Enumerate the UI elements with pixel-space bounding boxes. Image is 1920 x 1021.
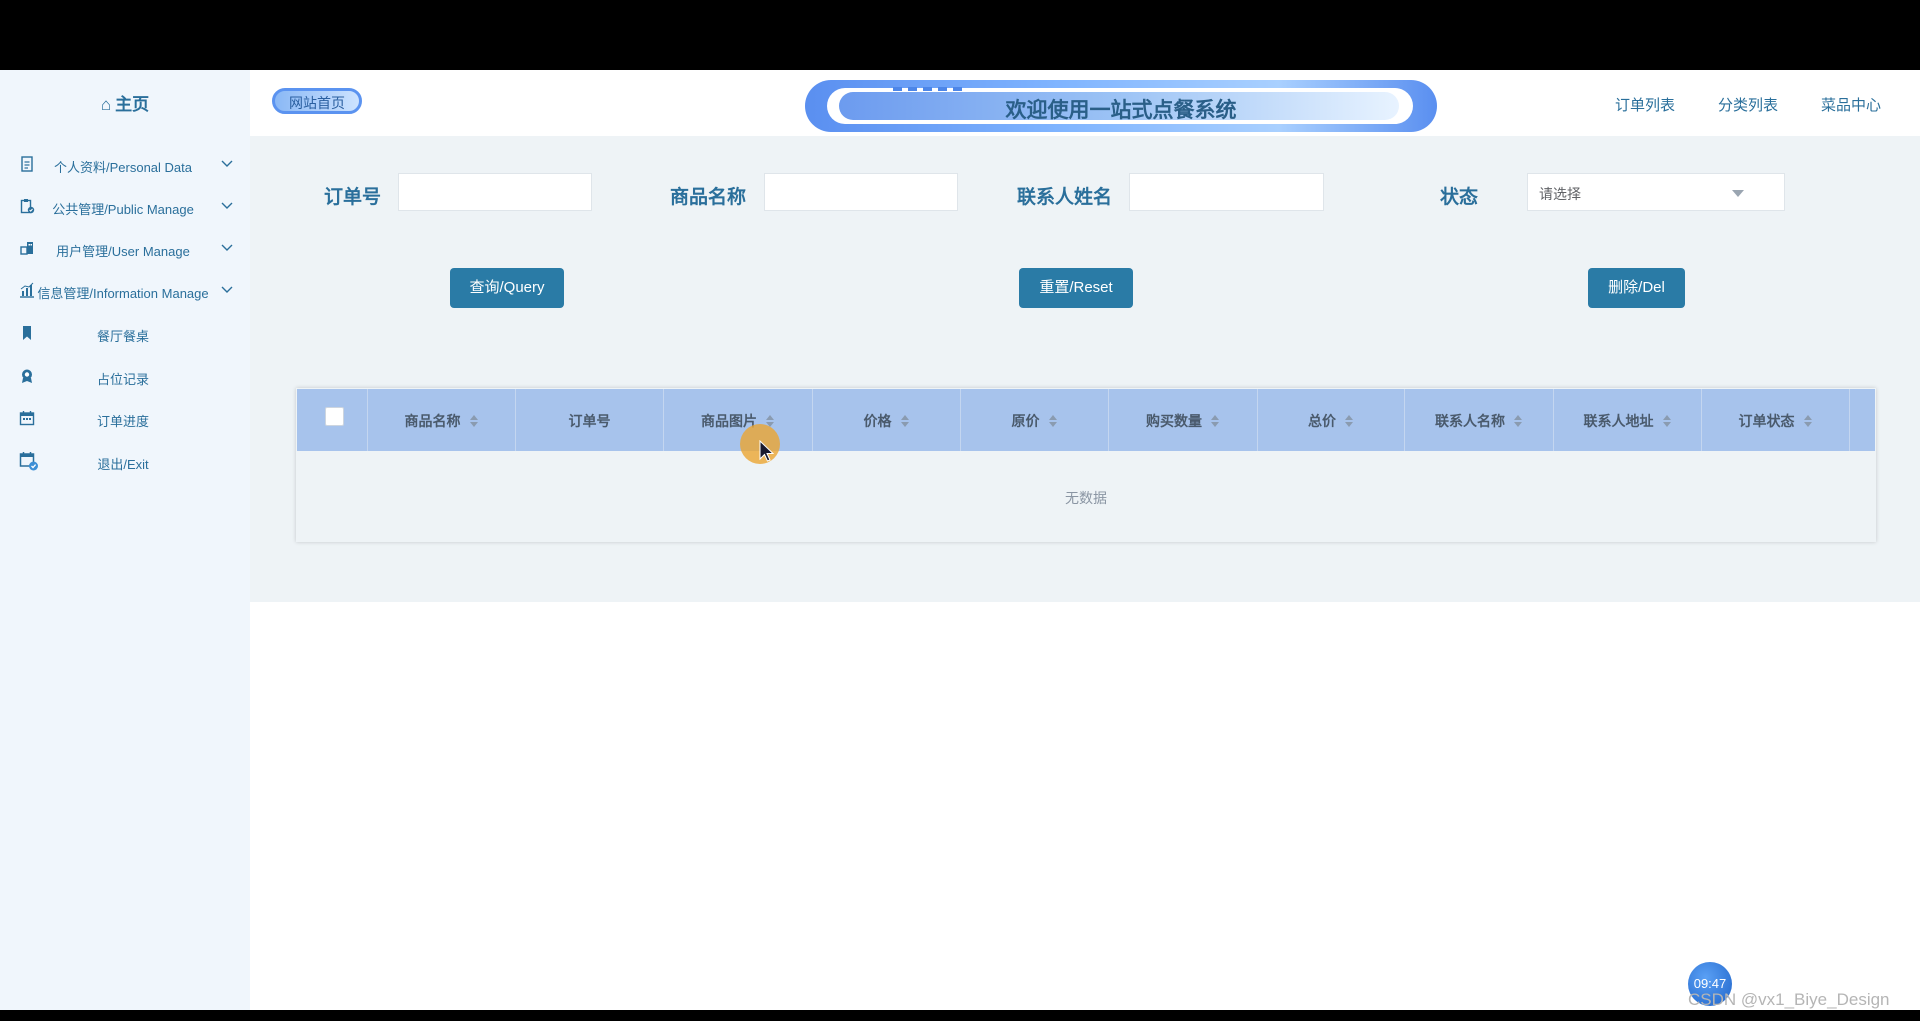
sidebar-home-link[interactable]: ⌂ 主页 [0, 90, 250, 115]
sidebar-item-label: 公共管理/Public Manage [52, 202, 194, 217]
sidebar-item-user-manage[interactable]: 用户管理/User Manage [0, 234, 250, 264]
column-header[interactable]: 联系人地址 [1554, 389, 1702, 451]
nav-dish-center[interactable]: 菜品中心 [1821, 94, 1881, 115]
status-select[interactable]: 请选择 [1527, 173, 1785, 211]
column-header-label: 购买数量 [1146, 413, 1202, 429]
sidebar-item-label: 占位记录 [96, 372, 149, 387]
column-header[interactable]: 总价 [1258, 389, 1405, 451]
sort-icon[interactable] [1210, 415, 1220, 429]
sidebar-item-personal-data[interactable]: 个人资料/Personal Data [0, 150, 250, 180]
sidebar-item-exit[interactable]: 退出/Exit [0, 447, 250, 477]
sidebar-item-label: 餐厅餐桌 [96, 329, 149, 344]
delete-button[interactable]: 删除/Del [1588, 268, 1685, 308]
column-header-label: 价格 [863, 413, 892, 429]
column-header[interactable]: 联系人名称 [1405, 389, 1554, 451]
chevron-down-icon [221, 286, 233, 293]
select-all-header [297, 389, 368, 451]
column-header[interactable]: 购买数量 [1109, 389, 1258, 451]
sidebar-item-label: 用户管理/User Manage [56, 244, 190, 259]
column-header[interactable]: 价格 [813, 389, 961, 451]
sort-icon[interactable] [469, 415, 479, 429]
table-header: 商品名称 订单号 商品图片 价格 原价 购买数量 总价 联系人名称 联系人地址 … [297, 389, 1875, 451]
column-header-label: 订单状态 [1738, 413, 1795, 429]
contact-name-input[interactable] [1129, 173, 1324, 211]
column-header-label: 联系人地址 [1583, 413, 1654, 429]
column-header[interactable]: 商品名称 [368, 389, 516, 451]
sidebar-item-restaurant-tables[interactable]: 餐厅餐桌 [0, 319, 250, 349]
nav-order-list[interactable]: 订单列表 [1615, 94, 1675, 115]
home-icon: ⌂ [100, 95, 112, 114]
sidebar: ⌂ 主页 个人资料/Personal Data 公共管理/Public Manag… [0, 70, 250, 1010]
column-header-label: 订单号 [568, 413, 611, 429]
sort-icon[interactable] [1513, 415, 1523, 429]
sidebar-item-label: 个人资料/Personal Data [54, 160, 192, 175]
sidebar-item-label: 订单进度 [96, 414, 149, 429]
sidebar-item-public-manage[interactable]: 公共管理/Public Manage [0, 192, 250, 222]
column-header-label: 原价 [1011, 413, 1040, 429]
column-header-overflow [1850, 389, 1875, 451]
order-number-label: 订单号 [324, 187, 382, 208]
main-content: 订单号 商品名称 联系人姓名 状态 请选择 查询/Query 重置/Reset … [250, 136, 1920, 602]
chevron-down-icon [221, 202, 233, 209]
reset-button[interactable]: 重置/Reset [1019, 268, 1133, 308]
column-header-label: 联系人名称 [1435, 413, 1505, 429]
product-name-input[interactable] [764, 173, 958, 211]
website-home-button[interactable]: 网站首页 [268, 84, 366, 120]
welcome-banner: 欢迎使用一站式点餐系统 [805, 76, 1437, 143]
sidebar-item-seat-records[interactable]: 占位记录 [0, 362, 250, 392]
sort-icon[interactable] [1344, 415, 1354, 429]
banner-dots-bottom [1273, 130, 1348, 143]
query-button[interactable]: 查询/Query [450, 268, 564, 308]
column-header[interactable]: 订单状态 [1702, 389, 1850, 451]
caret-down-icon [1732, 190, 1744, 197]
black-letterbox-bottom [0, 1010, 1920, 1021]
column-header[interactable]: 商品图片 [664, 389, 813, 451]
nav-category-list[interactable]: 分类列表 [1718, 94, 1778, 115]
mouse-cursor-icon [759, 440, 775, 462]
sort-icon[interactable] [1803, 415, 1813, 429]
empty-table-message: 无数据 [1065, 490, 1107, 506]
product-name-label: 商品名称 [670, 187, 747, 208]
column-header-label: 商品名称 [404, 413, 461, 429]
order-number-input[interactable] [398, 173, 592, 211]
chevron-down-icon [221, 244, 233, 251]
banner-title: 欢迎使用一站式点餐系统 [1005, 99, 1237, 122]
orders-table: 商品名称 订单号 商品图片 价格 原价 购买数量 总价 联系人名称 联系人地址 … [296, 388, 1876, 542]
top-header: 网站首页 欢迎使用一站式点餐系统 订单列表 分类列表 菜品中心 [250, 70, 1920, 143]
sidebar-item-information-manage[interactable]: 信息管理/Information Manage [0, 276, 250, 306]
banner-dots-top [893, 78, 968, 91]
sidebar-home-label: 主页 [115, 95, 150, 114]
black-letterbox-top [0, 0, 1920, 70]
sidebar-item-label: 信息管理/Information Manage [37, 286, 209, 301]
watermark-text: CSDN @vx1_Biye_Design [1688, 990, 1890, 1009]
sidebar-item-label: 退出/Exit [97, 457, 149, 472]
sidebar-item-order-progress[interactable]: 订单进度 [0, 404, 250, 434]
chevron-down-icon [221, 160, 233, 167]
select-all-checkbox[interactable] [325, 407, 344, 426]
status-select-placeholder: 请选择 [1539, 186, 1581, 202]
status-label: 状态 [1440, 187, 1479, 208]
website-home-label: 网站首页 [289, 95, 345, 111]
column-header-label: 总价 [1308, 413, 1336, 429]
sort-icon[interactable] [1662, 415, 1672, 429]
sort-icon[interactable] [1048, 415, 1058, 429]
sort-icon[interactable] [900, 415, 910, 429]
column-header[interactable]: 原价 [961, 389, 1109, 451]
contact-name-label: 联系人姓名 [1017, 187, 1113, 208]
column-header: 订单号 [516, 389, 664, 451]
